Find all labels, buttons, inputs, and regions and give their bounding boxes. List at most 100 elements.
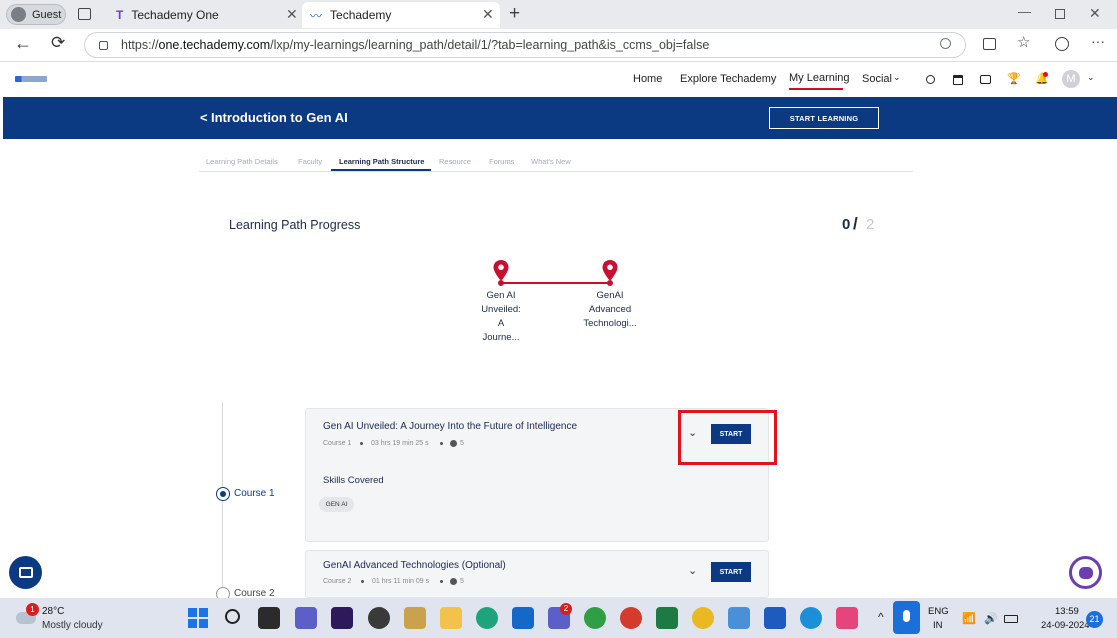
progress-connector	[501, 282, 610, 284]
profile-button[interactable]: Guest	[6, 4, 66, 25]
chrome-profile-icon[interactable]	[584, 607, 606, 629]
start-course-2-button[interactable]: START	[711, 562, 751, 582]
timeline-radio-course-1[interactable]	[216, 487, 230, 501]
tab-faculty[interactable]: Faculty	[298, 157, 322, 166]
chat-fab[interactable]	[9, 556, 42, 589]
minimize-icon[interactable]: —	[1018, 4, 1031, 19]
volume-icon[interactable]: 🔊	[984, 612, 998, 625]
obs-icon[interactable]	[368, 607, 390, 629]
battery-icon[interactable]	[1004, 615, 1018, 623]
tab-resource[interactable]: Resource	[439, 157, 471, 166]
node-line: Gen AI	[486, 290, 516, 301]
edge-icon[interactable]	[476, 607, 498, 629]
tab-actions-icon[interactable]	[78, 8, 91, 20]
nav-my-learning[interactable]: My Learning	[789, 72, 850, 84]
more-icon[interactable]: ···	[1091, 33, 1105, 49]
url-input[interactable]: https://one.techademy.com/lxp/my-learnin…	[84, 32, 966, 58]
tab-techademy-one[interactable]: T Techademy One ✕	[108, 2, 304, 28]
excel-icon[interactable]	[656, 607, 678, 629]
course-duration: 01 hrs 11 min 09 s	[372, 578, 430, 585]
clock-date[interactable]: 24-09-2024	[1041, 620, 1090, 631]
favorites-icon[interactable]: ☆	[1017, 33, 1030, 51]
back-link[interactable]: <	[200, 110, 208, 125]
tab-learning-path-structure[interactable]: Learning Path Structure	[339, 157, 424, 166]
meta-dot	[440, 442, 443, 445]
skills-title: Skills Covered	[323, 475, 384, 486]
close-tab-icon[interactable]: ✕	[482, 6, 494, 23]
teams-badge: 2	[560, 603, 572, 615]
back-icon[interactable]: ←	[14, 33, 32, 54]
clock-time[interactable]: 13:59	[1055, 606, 1079, 617]
search-icon[interactable]	[225, 609, 240, 624]
course-count: 5	[460, 440, 464, 447]
chevron-up-icon[interactable]: ^	[878, 610, 884, 624]
split-screen-icon[interactable]	[983, 38, 996, 50]
course-index: Course 1	[323, 440, 352, 447]
browser-tab-bar: Guest T Techademy One ✕ 〰 Techademy ✕ + …	[0, 0, 1117, 29]
nav-social[interactable]: Social	[862, 73, 892, 85]
node-line: Journe...	[482, 332, 520, 343]
zoom-icon[interactable]	[940, 38, 951, 49]
edge-icon[interactable]	[800, 607, 822, 629]
progress-title: Learning Path Progress	[229, 218, 361, 232]
profile-label: Guest	[32, 8, 62, 21]
node-line: GenAI	[596, 290, 624, 301]
chevron-down-icon[interactable]: ⌄	[1087, 72, 1095, 83]
restore-icon[interactable]	[1055, 9, 1065, 19]
notepad-icon[interactable]	[728, 607, 750, 629]
chat-icon[interactable]	[980, 75, 991, 84]
weather-badge: 1	[26, 603, 39, 616]
lang-1[interactable]: ENG	[928, 606, 949, 617]
course-title[interactable]: GenAI Advanced Technologies (Optional)	[323, 560, 506, 571]
tab-whats-new[interactable]: What's New	[531, 157, 571, 166]
meta-dot	[361, 580, 364, 583]
progress-slash: /	[853, 214, 858, 233]
radio-dot	[219, 490, 226, 497]
nav-explore[interactable]: Explore Techademy	[680, 73, 776, 85]
chrome-profile-m-icon[interactable]	[620, 607, 642, 629]
course-count: 5	[460, 578, 464, 585]
progress-node-2-label: GenAI Advanced Technologi...	[570, 289, 650, 331]
reload-icon[interactable]: ⟳	[51, 33, 65, 53]
snipping-tool-icon[interactable]	[836, 607, 858, 629]
tab-forums[interactable]: Forums	[489, 157, 514, 166]
new-tab-icon[interactable]: +	[509, 3, 520, 25]
notification-dot	[1043, 72, 1048, 77]
chevron-down-icon[interactable]: ⌄	[688, 564, 697, 577]
voice-access-button[interactable]	[893, 601, 920, 634]
browser-essentials-icon[interactable]	[1055, 37, 1069, 51]
chevron-down-icon[interactable]: ⌄	[893, 72, 901, 83]
start-learning-button[interactable]: START LEARNING	[769, 107, 879, 129]
assistant-fab[interactable]	[1069, 556, 1102, 589]
windows-start-icon[interactable]	[188, 608, 208, 628]
avatar[interactable]: M	[1062, 70, 1080, 88]
progress-node-1-dot	[498, 280, 504, 286]
file-explorer-icon[interactable]	[440, 607, 462, 629]
wifi-icon[interactable]: 📶	[962, 612, 976, 625]
word-icon[interactable]	[764, 607, 786, 629]
chrome-icon[interactable]	[692, 607, 714, 629]
skill-chip-label: GEN AI	[325, 501, 348, 508]
search-icon[interactable]	[926, 75, 935, 84]
notification-count[interactable]: 21	[1086, 611, 1103, 628]
task-view-icon[interactable]	[258, 607, 280, 629]
trophy-icon[interactable]: 🏆	[1007, 72, 1021, 85]
course-index: Course 2	[323, 578, 352, 585]
outlook-icon[interactable]	[512, 607, 534, 629]
tab-learning-path-details[interactable]: Learning Path Details	[206, 157, 278, 166]
lang-2[interactable]: IN	[933, 620, 943, 631]
tab-techademy[interactable]: 〰 Techademy ✕	[302, 2, 500, 28]
wps-writer-icon[interactable]	[404, 607, 426, 629]
calendar-icon[interactable]	[953, 75, 963, 85]
node-line: Advanced	[588, 304, 632, 315]
close-tab-icon[interactable]: ✕	[286, 6, 298, 23]
course-card-2[interactable]	[305, 550, 769, 598]
close-window-icon[interactable]: ✕	[1089, 5, 1101, 22]
nav-home[interactable]: Home	[633, 73, 662, 85]
node-line: A	[497, 318, 505, 329]
teams-meet-icon[interactable]	[295, 607, 317, 629]
highlight-box	[678, 410, 777, 465]
after-effects-icon[interactable]	[331, 607, 353, 629]
course-title[interactable]: Gen AI Unveiled: A Journey Into the Futu…	[323, 421, 577, 432]
techademy-logo[interactable]	[15, 76, 47, 82]
